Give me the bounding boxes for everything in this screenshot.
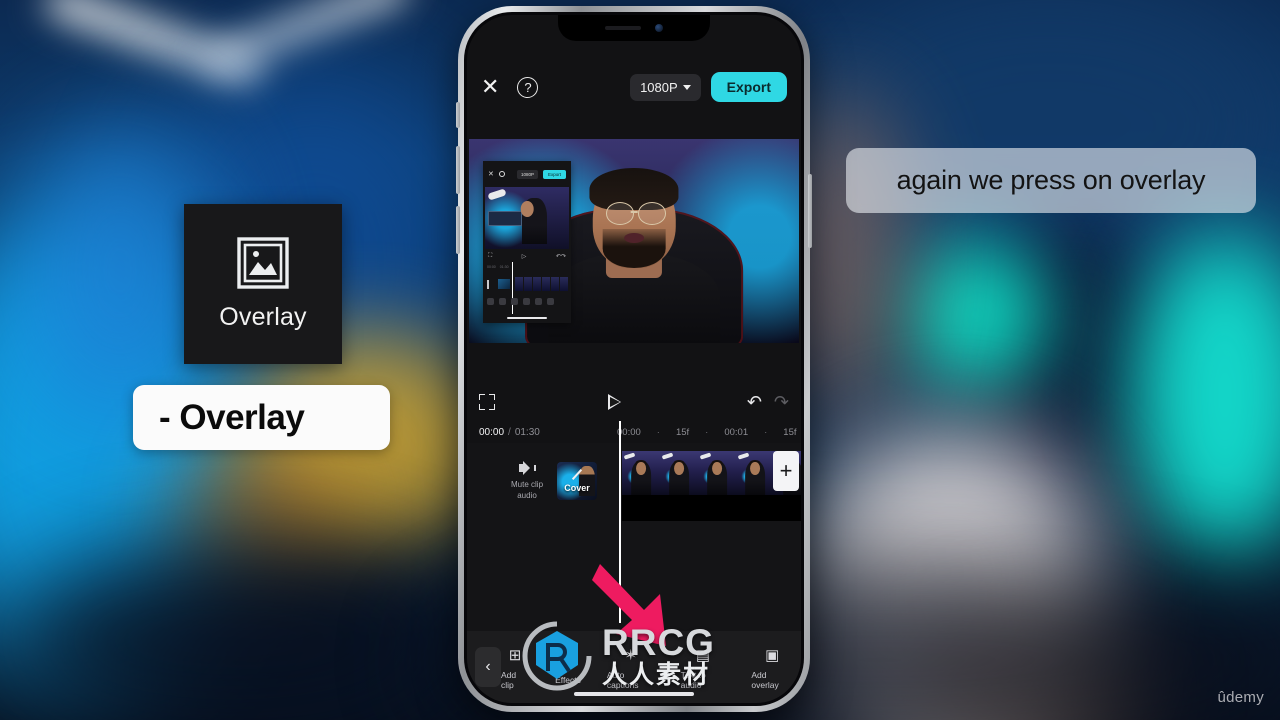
play-icon[interactable] xyxy=(607,394,622,410)
pip-export-button: Export xyxy=(542,169,566,179)
cover-thumbnail-button[interactable]: Cover xyxy=(557,462,598,500)
undo-icon[interactable]: ↶ xyxy=(747,392,762,413)
ruler-tick-label: 15f xyxy=(675,426,690,438)
export-button[interactable]: Export xyxy=(710,72,787,102)
mute-clip-audio-label: Mute clip audio xyxy=(511,480,544,500)
toolbar-item-label: Add clip xyxy=(501,669,517,690)
mute-switch[interactable] xyxy=(456,102,460,128)
picture-in-picture-overlay[interactable]: ✕ 1080P Export ⛶ ▷ ↶↷ 00:00 01:30 xyxy=(483,161,571,323)
overlay-caption-banner: - Overlay xyxy=(133,385,390,450)
resolution-dropdown[interactable]: 1080P xyxy=(630,73,701,101)
empty-track-row[interactable] xyxy=(622,495,801,521)
current-time-label: 00:00 xyxy=(479,426,505,438)
timeline-frame[interactable] xyxy=(622,451,660,495)
help-icon[interactable]: ? xyxy=(517,76,539,98)
pip-preview xyxy=(485,187,569,249)
subtitle-bubble: again we press on overlay xyxy=(846,148,1256,213)
ruler-tick-label: 00:01 xyxy=(724,426,749,438)
pip-resolution-label: 1080P xyxy=(516,169,538,179)
toolbar-item-label: Auto captions xyxy=(606,669,639,690)
preview-controls: ↶ ↷ xyxy=(467,387,801,417)
front-camera-icon xyxy=(655,24,663,32)
add-clip-button[interactable]: + xyxy=(773,451,799,491)
toolbar-item-label: Effects xyxy=(555,674,581,685)
ruler-tick-dot: · xyxy=(656,426,660,438)
timeline-frame[interactable] xyxy=(698,451,736,495)
picture-frame-icon xyxy=(236,236,290,289)
timeline-head-controls: Mute clip audio Cover xyxy=(467,451,622,511)
toolbar-item-label: Add overlay xyxy=(751,669,779,690)
close-icon[interactable]: ✕ xyxy=(481,76,499,98)
timeline-frame[interactable] xyxy=(736,451,774,495)
total-time-label: 01:30 xyxy=(514,426,540,438)
udemy-watermark: ûdemy xyxy=(1217,689,1264,706)
editor-header: ✕ ? 1080P Export xyxy=(467,61,801,113)
overlay-card: Overlay xyxy=(184,204,342,364)
timeline-ruler: 00:00 / 01:30 00:00 · 15f · 00:01 · 15f xyxy=(467,421,801,443)
resolution-label: 1080P xyxy=(640,79,678,95)
pink-down-arrow xyxy=(592,558,696,654)
pip-close-icon: ✕ xyxy=(488,171,494,178)
ruler-ticks: 00:00 · 15f · 00:01 · 15f xyxy=(617,427,801,438)
pip-home-indicator xyxy=(507,317,547,319)
chevron-down-icon xyxy=(682,84,691,90)
redo-icon[interactable]: ↷ xyxy=(774,392,789,413)
toolbar-item-add-clip[interactable]: ⊞ Add clip xyxy=(501,645,529,690)
ruler-tick-label: 15f xyxy=(783,426,797,438)
effects-icon: ◑ xyxy=(563,651,573,668)
mute-clip-audio-button[interactable]: Mute clip audio xyxy=(511,461,543,501)
time-separator: / xyxy=(508,426,511,438)
pip-help-icon xyxy=(498,171,505,177)
toolbar-item-add-overlay[interactable]: ▣ Add overlay xyxy=(751,645,793,690)
volume-down-button[interactable] xyxy=(456,206,460,254)
toolbar-item-effects[interactable]: ◑ Effects xyxy=(555,650,581,685)
home-indicator xyxy=(574,692,694,696)
power-button[interactable] xyxy=(808,174,812,248)
volume-up-button[interactable] xyxy=(456,146,460,194)
back-button[interactable]: ‹ xyxy=(475,647,501,687)
text-to-audio-icon: ▤ xyxy=(695,646,711,664)
earpiece-speaker-icon xyxy=(605,26,641,30)
overlay-card-label: Overlay xyxy=(219,302,307,331)
toolbar-item-label: Text to audio xyxy=(680,669,706,690)
pip-bottom-bar xyxy=(483,293,571,309)
video-preview[interactable]: ✕ 1080P Export ⛶ ▷ ↶↷ 00:00 01:30 xyxy=(469,139,799,343)
pip-controls: ⛶ ▷ ↶↷ xyxy=(488,252,566,260)
device-notch xyxy=(558,15,710,41)
expand-icon[interactable] xyxy=(479,394,495,410)
timeline-frame[interactable] xyxy=(660,451,698,495)
add-clip-icon: ⊞ xyxy=(508,646,522,664)
add-overlay-icon: ▣ xyxy=(765,646,780,664)
ruler-tick-dot: · xyxy=(705,426,709,438)
mute-speaker-icon xyxy=(519,461,536,475)
pip-ruler: 00:00 01:30 xyxy=(487,264,509,269)
cover-label: Cover xyxy=(564,483,590,493)
ruler-tick-dot: · xyxy=(764,426,768,438)
